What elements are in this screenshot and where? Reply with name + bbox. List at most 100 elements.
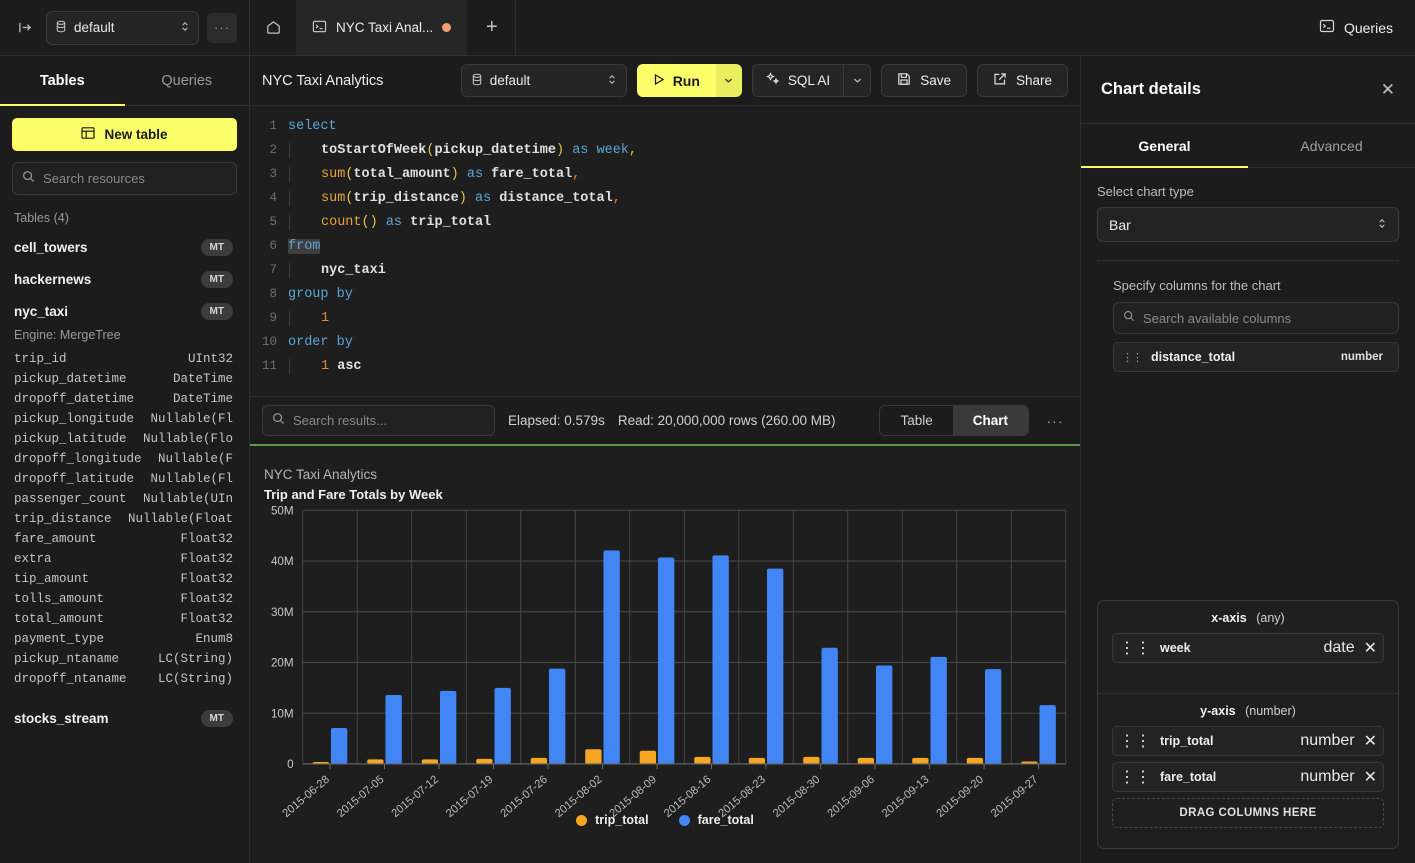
available-column-distance-total[interactable]: ⋮⋮ distance_total number	[1113, 342, 1399, 372]
chart-title: Trip and Fare Totals by Week	[264, 487, 443, 502]
sidebar-tab-tables[interactable]: Tables	[0, 56, 125, 105]
chevron-updown-icon	[1377, 217, 1387, 233]
save-button[interactable]: Save	[881, 64, 967, 97]
column-row[interactable]: dropoff_datetimeDateTime	[12, 389, 237, 409]
query-tab[interactable]: NYC Taxi Anal...	[296, 0, 468, 55]
chart-type-select[interactable]: Bar	[1097, 207, 1399, 242]
sql-code: select	[288, 119, 337, 134]
sql-editor[interactable]: 1 select 2 toStartOfWeek(pickup_datetime…	[250, 106, 1080, 396]
column-name: pickup_latitude	[14, 432, 143, 446]
share-button[interactable]: Share	[977, 64, 1068, 97]
x-axis-item-week[interactable]: ⋮⋮ week date ✕	[1112, 633, 1384, 663]
column-row[interactable]: passenger_countNullable(UIn	[12, 489, 237, 509]
queries-button-label: Queries	[1344, 20, 1393, 36]
chart-legend: trip_total fare_total	[250, 813, 1080, 827]
remove-icon[interactable]: ✕	[1364, 731, 1377, 751]
tables-count-header: Tables (4)	[12, 211, 237, 225]
line-number: 5	[250, 215, 288, 229]
run-dropdown-button[interactable]	[716, 64, 742, 97]
new-tab-button[interactable]: +	[468, 0, 516, 55]
sql-line: 3 sum(total_amount) as fare_total,	[250, 162, 1080, 186]
sql-code: count() as trip_total	[289, 215, 491, 230]
table-row-stocks-stream[interactable]: stocks_stream MT	[12, 702, 237, 734]
results-more-button[interactable]: ···	[1042, 408, 1068, 434]
chart-type-label: Select chart type	[1097, 184, 1399, 199]
column-type: number	[1300, 768, 1354, 786]
column-type: Float32	[180, 532, 233, 546]
drag-handle-icon[interactable]: ⋮⋮	[1119, 638, 1151, 658]
panel-tab-advanced[interactable]: Advanced	[1248, 124, 1415, 167]
database-icon	[471, 73, 483, 89]
column-name: fare_amount	[14, 532, 180, 546]
sidebar-search-input[interactable]	[43, 171, 227, 186]
run-button-group[interactable]: Run	[637, 64, 742, 97]
column-type: Nullable(Float	[128, 512, 233, 526]
share-button-label: Share	[1016, 73, 1052, 88]
floppy-disk-icon	[897, 72, 911, 89]
column-row[interactable]: extraFloat32	[12, 549, 237, 569]
console-icon	[1319, 18, 1335, 37]
panel-tab-general[interactable]: General	[1081, 124, 1248, 167]
drag-handle-icon[interactable]: ⋮⋮	[1119, 731, 1151, 751]
column-row[interactable]: pickup_ntanameLC(String)	[12, 649, 237, 669]
queries-button[interactable]: Queries	[1297, 0, 1415, 55]
database-selector[interactable]: default	[46, 11, 199, 45]
remove-icon[interactable]: ✕	[1364, 767, 1377, 787]
editor-database-selector[interactable]: default	[461, 64, 627, 97]
column-name: pickup_longitude	[14, 412, 150, 426]
column-type: date	[1323, 639, 1354, 657]
sidebar-tab-queries[interactable]: Queries	[125, 56, 250, 105]
table-row-cell-towers[interactable]: cell_towers MT	[12, 231, 237, 263]
column-row[interactable]: tip_amountFloat32	[12, 569, 237, 589]
remove-icon[interactable]: ✕	[1364, 638, 1377, 658]
drag-columns-dropzone[interactable]: DRAG COLUMNS HERE	[1112, 798, 1384, 828]
column-row[interactable]: dropoff_longitudeNullable(F	[12, 449, 237, 469]
main-body: Tables Queries New table	[0, 56, 1415, 863]
sql-ai-button-group[interactable]: SQL AI	[752, 64, 871, 97]
sql-ai-dropdown-button[interactable]	[843, 65, 870, 96]
column-row[interactable]: pickup_longitudeNullable(Fl	[12, 409, 237, 429]
view-toggle-table[interactable]: Table	[880, 406, 952, 435]
column-row[interactable]: total_amountFloat32	[12, 609, 237, 629]
y-axis-section: y-axis (number) ⋮⋮ trip_total number ✕ ⋮…	[1098, 693, 1398, 838]
drag-handle-icon[interactable]: ⋮⋮	[1119, 767, 1151, 787]
home-icon[interactable]	[250, 0, 296, 55]
column-row[interactable]: dropoff_ntanameLC(String)	[12, 669, 237, 689]
collapse-sidebar-icon[interactable]	[12, 15, 38, 41]
app-root: default ···	[0, 0, 1415, 863]
column-row[interactable]: trip_idUInt32	[12, 349, 237, 369]
drag-handle-icon[interactable]: ⋮⋮	[1122, 351, 1142, 364]
line-number: 3	[250, 167, 288, 181]
results-search[interactable]	[262, 405, 495, 436]
run-button[interactable]: Run	[637, 64, 716, 97]
column-row[interactable]: trip_distanceNullable(Float	[12, 509, 237, 529]
column-name: dropoff_datetime	[14, 392, 173, 406]
database-icon	[55, 20, 67, 36]
legend-item-fare-total[interactable]: fare_total	[679, 813, 754, 827]
column-row[interactable]: fare_amountFloat32	[12, 529, 237, 549]
column-row[interactable]: dropoff_latitudeNullable(Fl	[12, 469, 237, 489]
results-search-input[interactable]	[293, 413, 485, 428]
column-type: Nullable(Fl	[150, 472, 233, 486]
legend-label: fare_total	[698, 813, 754, 827]
column-row[interactable]: payment_typeEnum8	[12, 629, 237, 649]
columns-search[interactable]	[1113, 302, 1399, 334]
elapsed-stat: Elapsed: 0.579s	[508, 413, 605, 428]
column-name: payment_type	[14, 632, 195, 646]
database-more-button[interactable]: ···	[207, 13, 237, 43]
new-table-button[interactable]: New table	[12, 118, 237, 151]
column-row[interactable]: pickup_latitudeNullable(Flo	[12, 429, 237, 449]
view-toggle-chart[interactable]: Chart	[953, 406, 1028, 435]
column-row[interactable]: pickup_datetimeDateTime	[12, 369, 237, 389]
column-row[interactable]: tolls_amountFloat32	[12, 589, 237, 609]
legend-item-trip-total[interactable]: trip_total	[576, 813, 648, 827]
table-row-nyc-taxi[interactable]: nyc_taxi MT	[12, 295, 237, 327]
close-icon[interactable]: ✕	[1381, 80, 1395, 100]
sidebar-search[interactable]	[12, 162, 237, 195]
table-row-hackernews[interactable]: hackernews MT	[12, 263, 237, 295]
table-engine-label: Engine: MergeTree	[12, 327, 237, 349]
columns-search-input[interactable]	[1143, 311, 1389, 326]
y-axis-item-trip-total[interactable]: ⋮⋮ trip_total number ✕	[1112, 726, 1384, 756]
sql-ai-button[interactable]: SQL AI	[753, 65, 843, 96]
y-axis-item-fare-total[interactable]: ⋮⋮ fare_total number ✕	[1112, 762, 1384, 792]
